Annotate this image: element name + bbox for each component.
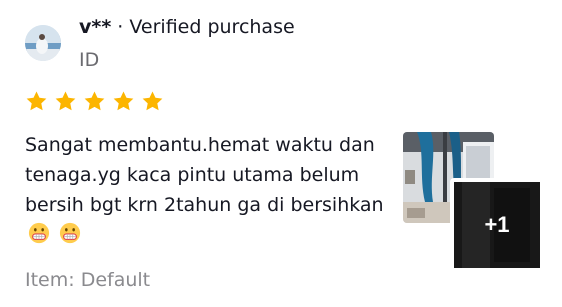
verified-purchase-label: Verified purchase: [129, 16, 295, 38]
star-rating: [25, 90, 164, 113]
more-photos-thumbnail[interactable]: +1: [450, 178, 544, 272]
reviewer-separator: ·: [111, 16, 130, 38]
grimacing-face-icon: [28, 222, 50, 244]
star-icon: [142, 91, 163, 111]
reviewer-line: v** · Verified purchase: [79, 14, 295, 40]
star-icon: [84, 91, 105, 111]
more-photos-count: +1: [484, 212, 510, 237]
grimacing-face-icon: [59, 222, 81, 244]
reviewer-country: ID: [79, 49, 100, 71]
review-text: Sangat membantu.hemat waktu dan tenaga.y…: [25, 130, 395, 250]
item-variant: Item: Default: [25, 269, 151, 291]
star-icon: [26, 91, 47, 111]
avatar-image: [25, 25, 61, 61]
avatar[interactable]: [25, 25, 61, 61]
star-icon: [113, 91, 134, 111]
reviewer-name: v**: [79, 16, 112, 38]
star-icon: [55, 91, 76, 111]
review-body: Sangat membantu.hemat waktu dan tenaga.y…: [25, 134, 384, 216]
